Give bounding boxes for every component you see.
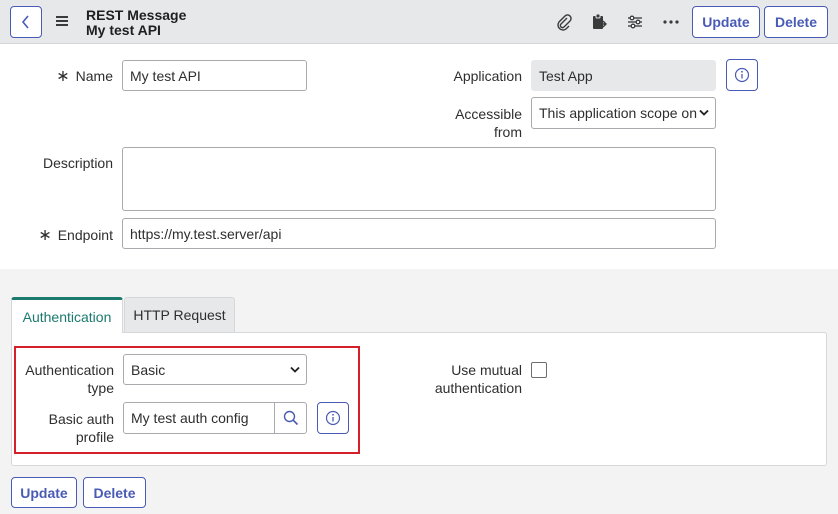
clipboard-icon[interactable] xyxy=(589,12,609,32)
record-name-title: My test API xyxy=(86,22,161,38)
required-marker: ∗ xyxy=(38,227,52,244)
highlight-box xyxy=(14,346,360,454)
accessible-from-select[interactable]: This application scope on xyxy=(531,97,716,129)
footer-update-button[interactable]: Update xyxy=(11,477,77,508)
header-update-button[interactable]: Update xyxy=(692,6,760,38)
form-header: REST Message My test API Update Delete xyxy=(0,0,838,44)
required-marker: ∗ xyxy=(56,68,70,85)
application-info-button[interactable] xyxy=(726,59,758,91)
sliders-icon[interactable] xyxy=(625,12,645,32)
chevron-left-icon xyxy=(21,15,29,29)
description-textarea[interactable] xyxy=(122,147,716,211)
mutual-auth-label: Use mutual authentication xyxy=(434,362,522,396)
description-label: Description xyxy=(42,155,113,171)
header-delete-button[interactable]: Delete xyxy=(764,6,828,38)
paperclip-icon[interactable] xyxy=(554,12,574,32)
record-type-title: REST Message xyxy=(86,7,187,23)
footer-delete-button[interactable]: Delete xyxy=(83,477,146,508)
info-icon xyxy=(734,67,750,83)
application-field: Test App xyxy=(531,60,716,91)
accessible-from-value: This application scope on xyxy=(539,105,697,121)
application-label: Application xyxy=(453,68,523,84)
chevron-down-icon xyxy=(699,109,709,116)
name-input[interactable]: My test API xyxy=(122,60,307,91)
tab-authentication[interactable]: Authentication xyxy=(11,297,123,333)
endpoint-label: ∗ Endpoint xyxy=(38,227,113,244)
hamburger-menu-icon[interactable] xyxy=(56,14,68,28)
back-button[interactable] xyxy=(10,6,42,38)
more-icon[interactable] xyxy=(661,12,681,32)
endpoint-input[interactable]: https://my.test.server/api xyxy=(122,218,716,249)
accessible-from-label: Accessible from xyxy=(455,106,522,140)
mutual-auth-checkbox[interactable] xyxy=(531,362,547,378)
name-label: ∗ Name xyxy=(56,68,113,85)
tab-http-request[interactable]: HTTP Request xyxy=(124,297,235,333)
